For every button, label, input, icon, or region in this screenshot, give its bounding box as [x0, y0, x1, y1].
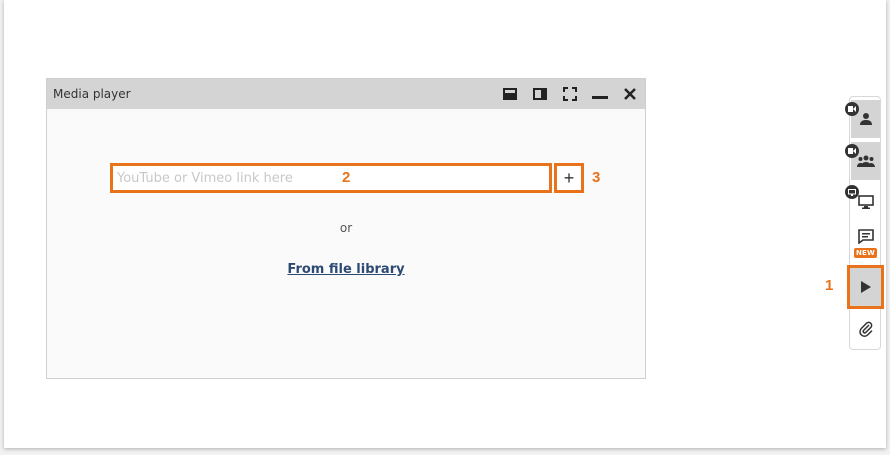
toolbar-attachments[interactable]	[851, 310, 880, 348]
play-icon	[860, 281, 871, 293]
notes-icon	[857, 228, 874, 244]
file-library-link[interactable]: From file library	[287, 262, 404, 277]
right-toolbar: NEW	[845, 96, 881, 350]
group-icon	[856, 155, 875, 167]
fullscreen-button[interactable]	[560, 84, 580, 104]
toolbar-user-video[interactable]	[845, 100, 880, 138]
camera-badge-icon	[845, 144, 859, 158]
or-separator: or	[339, 221, 353, 235]
screen-badge-icon	[845, 185, 859, 199]
dock-window-button[interactable]	[500, 84, 520, 104]
monitor-icon	[857, 195, 874, 209]
minimize-button[interactable]	[590, 84, 610, 104]
paperclip-icon	[858, 321, 873, 337]
media-player-titlebar[interactable]: Media player	[47, 79, 645, 109]
toolbar-screen-share[interactable]	[845, 183, 880, 221]
close-icon	[624, 88, 636, 100]
callout-add-button: 3	[592, 169, 601, 186]
dock-window-icon	[503, 88, 517, 100]
camera-badge-icon	[845, 102, 859, 116]
callout-toolbar-play: 1	[825, 277, 834, 294]
toolbar-group-video[interactable]	[845, 142, 880, 180]
window-maximize-icon	[533, 88, 547, 100]
new-badge: NEW	[854, 248, 877, 258]
add-link-button[interactable]: +	[554, 163, 584, 193]
minimize-icon	[592, 96, 608, 99]
app-canvas: Media player YouTube or Vimeo link here …	[4, 0, 886, 448]
toolbar-media-player[interactable]	[847, 265, 884, 309]
fullscreen-icon	[563, 87, 577, 101]
maximize-window-button[interactable]	[530, 84, 550, 104]
media-player-window: Media player YouTube or Vimeo link here …	[46, 78, 646, 379]
video-link-input[interactable]	[110, 163, 552, 193]
callout-link-input: 2	[342, 169, 351, 186]
close-button[interactable]	[620, 84, 640, 104]
window-title: Media player	[53, 87, 131, 101]
user-icon	[859, 113, 872, 125]
